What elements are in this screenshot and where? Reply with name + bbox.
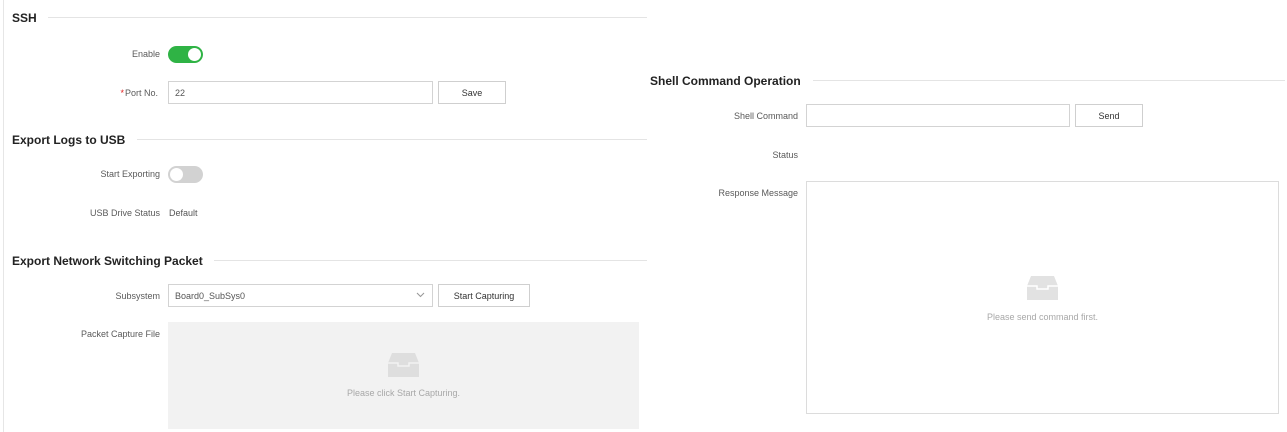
toggle-knob bbox=[170, 168, 183, 181]
start-capturing-button[interactable]: Start Capturing bbox=[438, 284, 530, 307]
left-border bbox=[3, 0, 4, 432]
shell-command-input[interactable] bbox=[806, 104, 1070, 127]
port-input[interactable]: 22 bbox=[168, 81, 433, 104]
enable-label: Enable bbox=[131, 49, 160, 59]
capture-file-area: Please click Start Capturing. bbox=[168, 322, 639, 429]
export-packet-section-divider bbox=[214, 260, 647, 261]
export-packet-section-title: Export Network Switching Packet bbox=[12, 254, 203, 268]
port-label: *Port No. bbox=[60, 88, 158, 98]
inbox-icon bbox=[1027, 276, 1058, 300]
shell-command-label: Shell Command bbox=[733, 111, 798, 121]
response-empty-text: Please send command first. bbox=[986, 312, 1099, 322]
usb-status-value: Default bbox=[169, 208, 198, 218]
inbox-icon bbox=[388, 353, 419, 377]
usb-status-label: USB Drive Status bbox=[89, 208, 160, 218]
status-label: Status bbox=[772, 150, 798, 160]
capture-empty-text: Please click Start Capturing. bbox=[346, 388, 461, 398]
export-logs-section-title: Export Logs to USB bbox=[12, 133, 126, 147]
export-logs-section-divider bbox=[137, 139, 647, 140]
subsystem-selected-value: Board0_SubSys0 bbox=[175, 290, 246, 301]
ssh-section-title: SSH bbox=[12, 11, 37, 25]
send-button[interactable]: Send bbox=[1075, 104, 1143, 127]
required-mark: * bbox=[120, 88, 124, 98]
port-label-text: Port No. bbox=[124, 88, 158, 98]
start-exporting-label: Start Exporting bbox=[100, 169, 160, 179]
capture-file-label: Packet Capture File bbox=[80, 329, 160, 339]
response-message-label: Response Message bbox=[718, 188, 798, 198]
save-button[interactable]: Save bbox=[438, 81, 506, 104]
response-message-area: Please send command first. bbox=[806, 181, 1279, 414]
chevron-down-icon bbox=[415, 288, 425, 302]
subsystem-select[interactable]: Board0_SubSys0 bbox=[168, 284, 433, 307]
start-exporting-toggle[interactable] bbox=[168, 166, 203, 183]
ssh-enable-toggle[interactable] bbox=[168, 46, 203, 63]
shell-section-title: Shell Command Operation bbox=[650, 74, 801, 88]
subsystem-label: Subsystem bbox=[115, 291, 160, 301]
ssh-section-divider bbox=[48, 17, 647, 18]
shell-section-divider bbox=[813, 80, 1285, 81]
toggle-knob bbox=[188, 48, 201, 61]
